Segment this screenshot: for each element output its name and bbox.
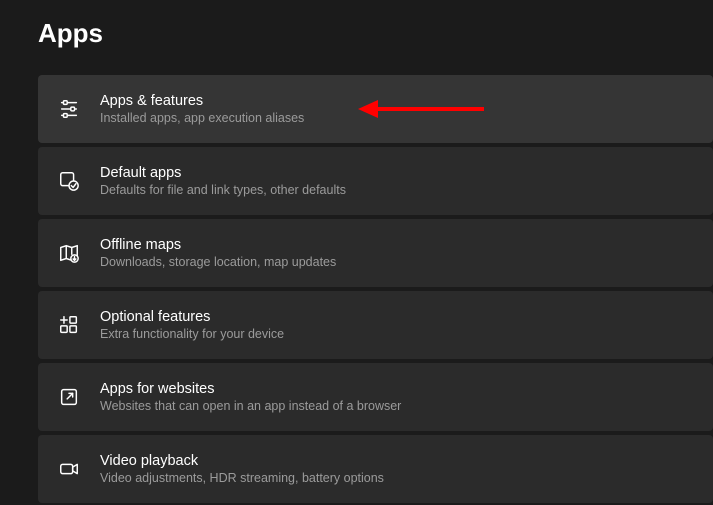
settings-list: Apps & features Installed apps, app exec… xyxy=(38,75,713,503)
annotation-arrow xyxy=(356,97,486,121)
nav-item-desc: Extra functionality for your device xyxy=(100,327,284,341)
video-icon xyxy=(58,458,80,480)
nav-item-video-playback[interactable]: Video playback Video adjustments, HDR st… xyxy=(38,435,713,503)
map-download-icon xyxy=(58,242,80,264)
nav-item-title: Optional features xyxy=(100,309,284,325)
nav-item-offline-maps[interactable]: Offline maps Downloads, storage location… xyxy=(38,219,713,287)
nav-item-optional-features[interactable]: Optional features Extra functionality fo… xyxy=(38,291,713,359)
open-external-icon xyxy=(58,386,80,408)
nav-item-title: Default apps xyxy=(100,165,346,181)
nav-item-title: Video playback xyxy=(100,453,384,469)
app-default-icon xyxy=(58,170,80,192)
nav-item-default-apps[interactable]: Default apps Defaults for file and link … xyxy=(38,147,713,215)
page-title: Apps xyxy=(38,18,713,49)
add-grid-icon xyxy=(58,314,80,336)
nav-item-desc: Websites that can open in an app instead… xyxy=(100,399,401,413)
nav-item-desc: Defaults for file and link types, other … xyxy=(100,183,346,197)
nav-item-title: Offline maps xyxy=(100,237,336,253)
nav-item-apps-websites[interactable]: Apps for websites Websites that can open… xyxy=(38,363,713,431)
nav-item-desc: Video adjustments, HDR streaming, batter… xyxy=(100,471,384,485)
nav-item-desc: Installed apps, app execution aliases xyxy=(100,111,304,125)
list-slider-icon xyxy=(58,98,80,120)
nav-item-title: Apps for websites xyxy=(100,381,401,397)
nav-item-title: Apps & features xyxy=(100,93,304,109)
nav-item-apps-features[interactable]: Apps & features Installed apps, app exec… xyxy=(38,75,713,143)
nav-item-desc: Downloads, storage location, map updates xyxy=(100,255,336,269)
